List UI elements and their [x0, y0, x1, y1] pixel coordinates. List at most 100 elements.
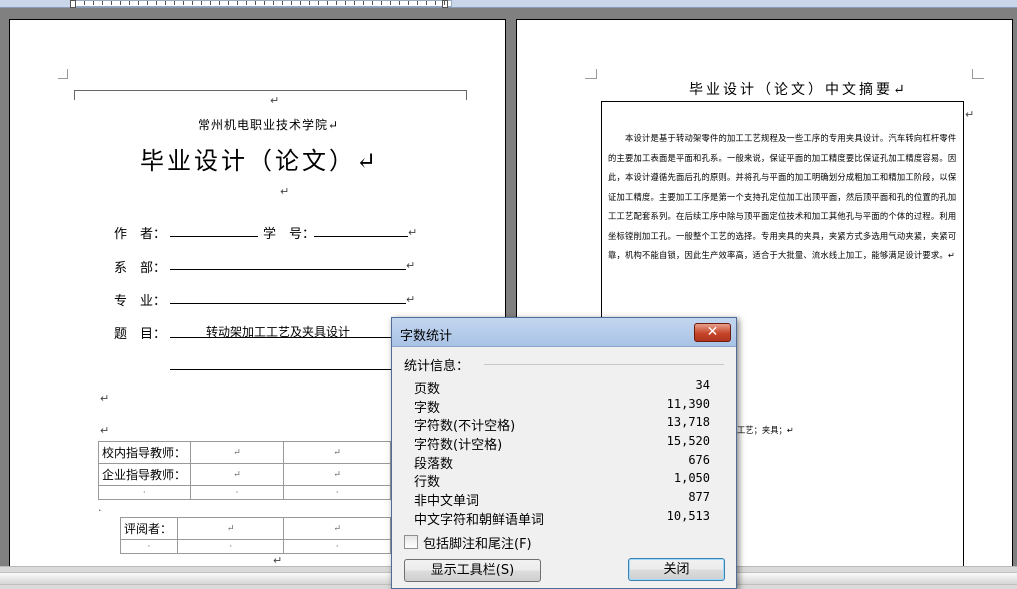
- table-cell[interactable]: ↵: [189, 441, 285, 464]
- ruler-tick: [345, 1, 346, 5]
- ruler-tick: [399, 1, 400, 5]
- table-cell[interactable]: ·: [120, 539, 178, 554]
- ruler-tick: [120, 1, 121, 5]
- reviewer-table[interactable]: 评阅者： ↵ ↵ · · ·: [120, 517, 391, 554]
- close-button[interactable]: 关闭: [628, 558, 725, 581]
- margin-corner-top-right: [972, 69, 984, 79]
- ruler-tick: [291, 1, 292, 5]
- paragraph-mark: ↵: [406, 259, 416, 272]
- ruler-tick: [147, 1, 148, 5]
- stat-value: 34: [695, 378, 710, 392]
- paragraph-mark: ↵: [100, 424, 110, 437]
- major-label: 专 业：: [114, 294, 167, 309]
- ruler-tick: [390, 1, 391, 5]
- ruler-tick: [417, 1, 418, 5]
- ruler-tick: [138, 1, 139, 5]
- advisor-table[interactable]: 校内指导教师： ↵ ↵ 企业指导教师： ↵ ↵ · · ·: [98, 441, 391, 500]
- show-toolbar-button[interactable]: 显示工具栏(S): [404, 559, 541, 582]
- table-cell[interactable]: ·: [283, 485, 391, 500]
- internal-advisor-label: 校内指导教师：: [98, 441, 191, 464]
- stat-label: 字符数(不计空格): [414, 419, 516, 434]
- stat-row-chars-no-spaces: 字符数(不计空格) 13,718: [414, 415, 710, 434]
- author-label: 作 者：: [114, 227, 167, 242]
- include-footnotes-label[interactable]: 包括脚注和尾注(F): [423, 533, 532, 552]
- table-cell[interactable]: ↵: [283, 463, 391, 486]
- paragraph-mark: ↵: [408, 226, 418, 239]
- author-field[interactable]: [170, 236, 258, 237]
- stat-label: 非中文单词: [414, 494, 480, 509]
- table-cell[interactable]: ·: [176, 539, 285, 554]
- ruler-left-indent-marker[interactable]: [70, 0, 76, 8]
- paragraph-mark: ↵: [965, 108, 975, 121]
- stat-row-words: 字数 11,390: [414, 397, 710, 416]
- ruler-tick: [372, 1, 373, 5]
- stat-label: 页数: [414, 382, 441, 397]
- stats-header: 统计信息：: [404, 359, 470, 374]
- stat-value: 877: [688, 490, 710, 504]
- ruler-tick: [255, 1, 256, 5]
- topic-label: 题 目：: [114, 327, 167, 342]
- dialog-titlebar[interactable]: 字数统计 ✕: [392, 318, 736, 347]
- ruler-tick: [102, 1, 103, 5]
- ruler-tick: [228, 1, 229, 5]
- horizontal-ruler[interactable]: [0, 0, 1017, 8]
- student-id-field[interactable]: [314, 236, 408, 237]
- school-name: 常州机电职业技术学院↵: [198, 118, 340, 132]
- stat-row-lines: 行数 1,050: [414, 471, 710, 490]
- margin-corner-top-left: [585, 69, 597, 79]
- table-cell[interactable]: ↵: [176, 517, 285, 540]
- ruler-tick: [264, 1, 265, 5]
- abstract-title: 毕业设计（论文）中文摘要↵: [689, 82, 908, 98]
- table-cell[interactable]: ·: [98, 485, 191, 500]
- ruler-tick: [84, 1, 85, 5]
- ruler-tick: [201, 1, 202, 5]
- major-field[interactable]: [170, 303, 406, 304]
- ruler-tick: [237, 1, 238, 5]
- stat-value: 1,050: [673, 471, 710, 485]
- table-cell[interactable]: ·: [189, 485, 285, 500]
- table-cell[interactable]: ↵: [189, 463, 285, 486]
- paragraph-mark: ↵: [270, 94, 280, 107]
- ruler-tick: [282, 1, 283, 5]
- ruler-tick: [111, 1, 112, 5]
- margin-corner-top-left: [58, 69, 68, 79]
- stat-label: 段落数: [414, 457, 454, 472]
- paragraph-mark: ↵: [406, 293, 416, 306]
- student-id-label: 学 号：: [263, 227, 316, 242]
- ruler-tick: [93, 1, 94, 5]
- ruler-tick: [435, 1, 436, 5]
- stat-value: 13,718: [666, 415, 710, 429]
- table-cell[interactable]: ·: [283, 539, 391, 554]
- stat-label: 行数: [414, 475, 441, 490]
- thesis-title: 毕业设计（论文）↵: [140, 147, 380, 175]
- ruler-tick: [273, 1, 274, 5]
- ruler-tick: [210, 1, 211, 5]
- stat-row-paragraphs: 段落数 676: [414, 453, 710, 472]
- ruler-tick: [183, 1, 184, 5]
- department-field[interactable]: [170, 269, 406, 270]
- include-footnotes-checkbox[interactable]: [404, 535, 418, 549]
- topic-value: 转动架加工工艺及夹具设计: [206, 325, 351, 339]
- ruler-right-indent-marker[interactable]: [442, 0, 448, 8]
- paragraph-mark: ↵: [100, 392, 110, 405]
- stat-value: 15,520: [666, 434, 710, 448]
- word-count-dialog[interactable]: 字数统计 ✕ 统计信息： 页数 34 字数 11,390 字符数(不计空格) 1…: [391, 317, 737, 589]
- stat-value: 11,390: [666, 397, 710, 411]
- stats-separator: [484, 364, 724, 365]
- stat-row-chinese-korean: 中文字符和朝鲜语单词 10,513: [414, 509, 710, 528]
- ruler-tick: [381, 1, 382, 5]
- ruler-tick: [408, 1, 409, 5]
- ruler-tick: [174, 1, 175, 5]
- close-icon[interactable]: ✕: [694, 323, 731, 342]
- table-cell[interactable]: ↵: [283, 517, 391, 540]
- paragraph-mark: ·: [98, 504, 102, 517]
- ruler-tick: [363, 1, 364, 5]
- department-label: 系 部：: [114, 261, 167, 276]
- topic-field-line-2[interactable]: [170, 369, 406, 370]
- table-cell[interactable]: ↵: [283, 441, 391, 464]
- paragraph-mark: ↵: [280, 185, 290, 198]
- ruler-tick: [156, 1, 157, 5]
- ruler-tick: [300, 1, 301, 5]
- stat-label: 字数: [414, 401, 441, 416]
- ruler-tick: [327, 1, 328, 5]
